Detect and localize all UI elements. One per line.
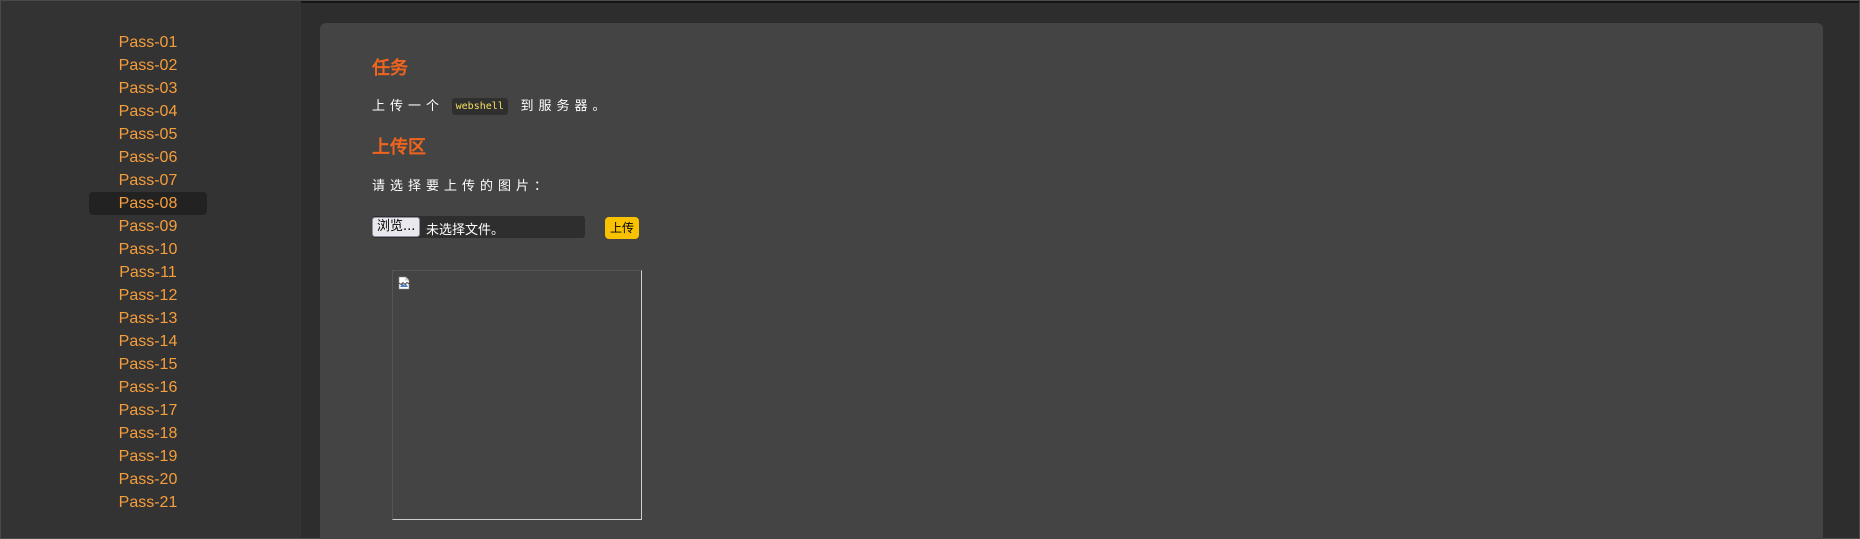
sidebar-item-pass-18[interactable]: Pass-18 (89, 422, 207, 445)
sidebar-item-pass-05[interactable]: Pass-05 (89, 123, 207, 146)
sidebar-item-pass-19[interactable]: Pass-19 (89, 445, 207, 468)
task-text-after: 到服务器。 (520, 98, 611, 113)
sidebar-item-pass-03[interactable]: Pass-03 (89, 77, 207, 100)
sidebar-item-pass-01[interactable]: Pass-01 (89, 31, 207, 54)
sidebar-item-pass-20[interactable]: Pass-20 (89, 468, 207, 491)
task-description: 上传一个 webshell 到服务器。 (372, 95, 610, 115)
page: Pass-01 Pass-02 Pass-03 Pass-04 Pass-05 … (0, 0, 1860, 539)
image-preview (392, 270, 642, 520)
sidebar-item-pass-04[interactable]: Pass-04 (89, 100, 207, 123)
sidebar-item-pass-09[interactable]: Pass-09 (89, 215, 207, 238)
sidebar-item-pass-21[interactable]: Pass-21 (89, 491, 207, 514)
upload-prompt: 请选择要上传的图片： (372, 178, 553, 193)
sidebar-item-pass-17[interactable]: Pass-17 (89, 399, 207, 422)
file-status-text: 未选择文件。 (426, 223, 505, 238)
sidebar-item-pass-06[interactable]: Pass-06 (89, 146, 207, 169)
browse-button[interactable]: 浏览... (372, 217, 421, 237)
sidebar-item-pass-11[interactable]: Pass-11 (89, 261, 207, 284)
sidebar-item-pass-16[interactable]: Pass-16 (89, 376, 207, 399)
sidebar-item-pass-08[interactable]: Pass-08 (89, 192, 207, 215)
broken-image-icon (398, 276, 410, 290)
pass-list: Pass-01 Pass-02 Pass-03 Pass-04 Pass-05 … (89, 31, 207, 514)
webshell-code: webshell (451, 98, 508, 115)
sidebar-item-pass-15[interactable]: Pass-15 (89, 353, 207, 376)
sidebar-item-pass-12[interactable]: Pass-12 (89, 284, 207, 307)
file-input[interactable]: 浏览... 未选择文件。 (372, 216, 585, 238)
main-panel: 任务 上传一个 webshell 到服务器。 上传区 请选择要上传的图片： 浏览… (320, 23, 1823, 539)
sidebar-item-pass-07[interactable]: Pass-07 (89, 169, 207, 192)
task-title: 任务 (372, 58, 408, 78)
sidebar: Pass-01 Pass-02 Pass-03 Pass-04 Pass-05 … (1, 1, 301, 538)
upload-button[interactable]: 上传 (605, 217, 639, 239)
task-text-before: 上传一个 (372, 98, 445, 113)
sidebar-item-pass-02[interactable]: Pass-02 (89, 54, 207, 77)
sidebar-item-pass-13[interactable]: Pass-13 (89, 307, 207, 330)
sidebar-item-pass-10[interactable]: Pass-10 (89, 238, 207, 261)
sidebar-item-pass-14[interactable]: Pass-14 (89, 330, 207, 353)
upload-area-title: 上传区 (372, 137, 426, 157)
